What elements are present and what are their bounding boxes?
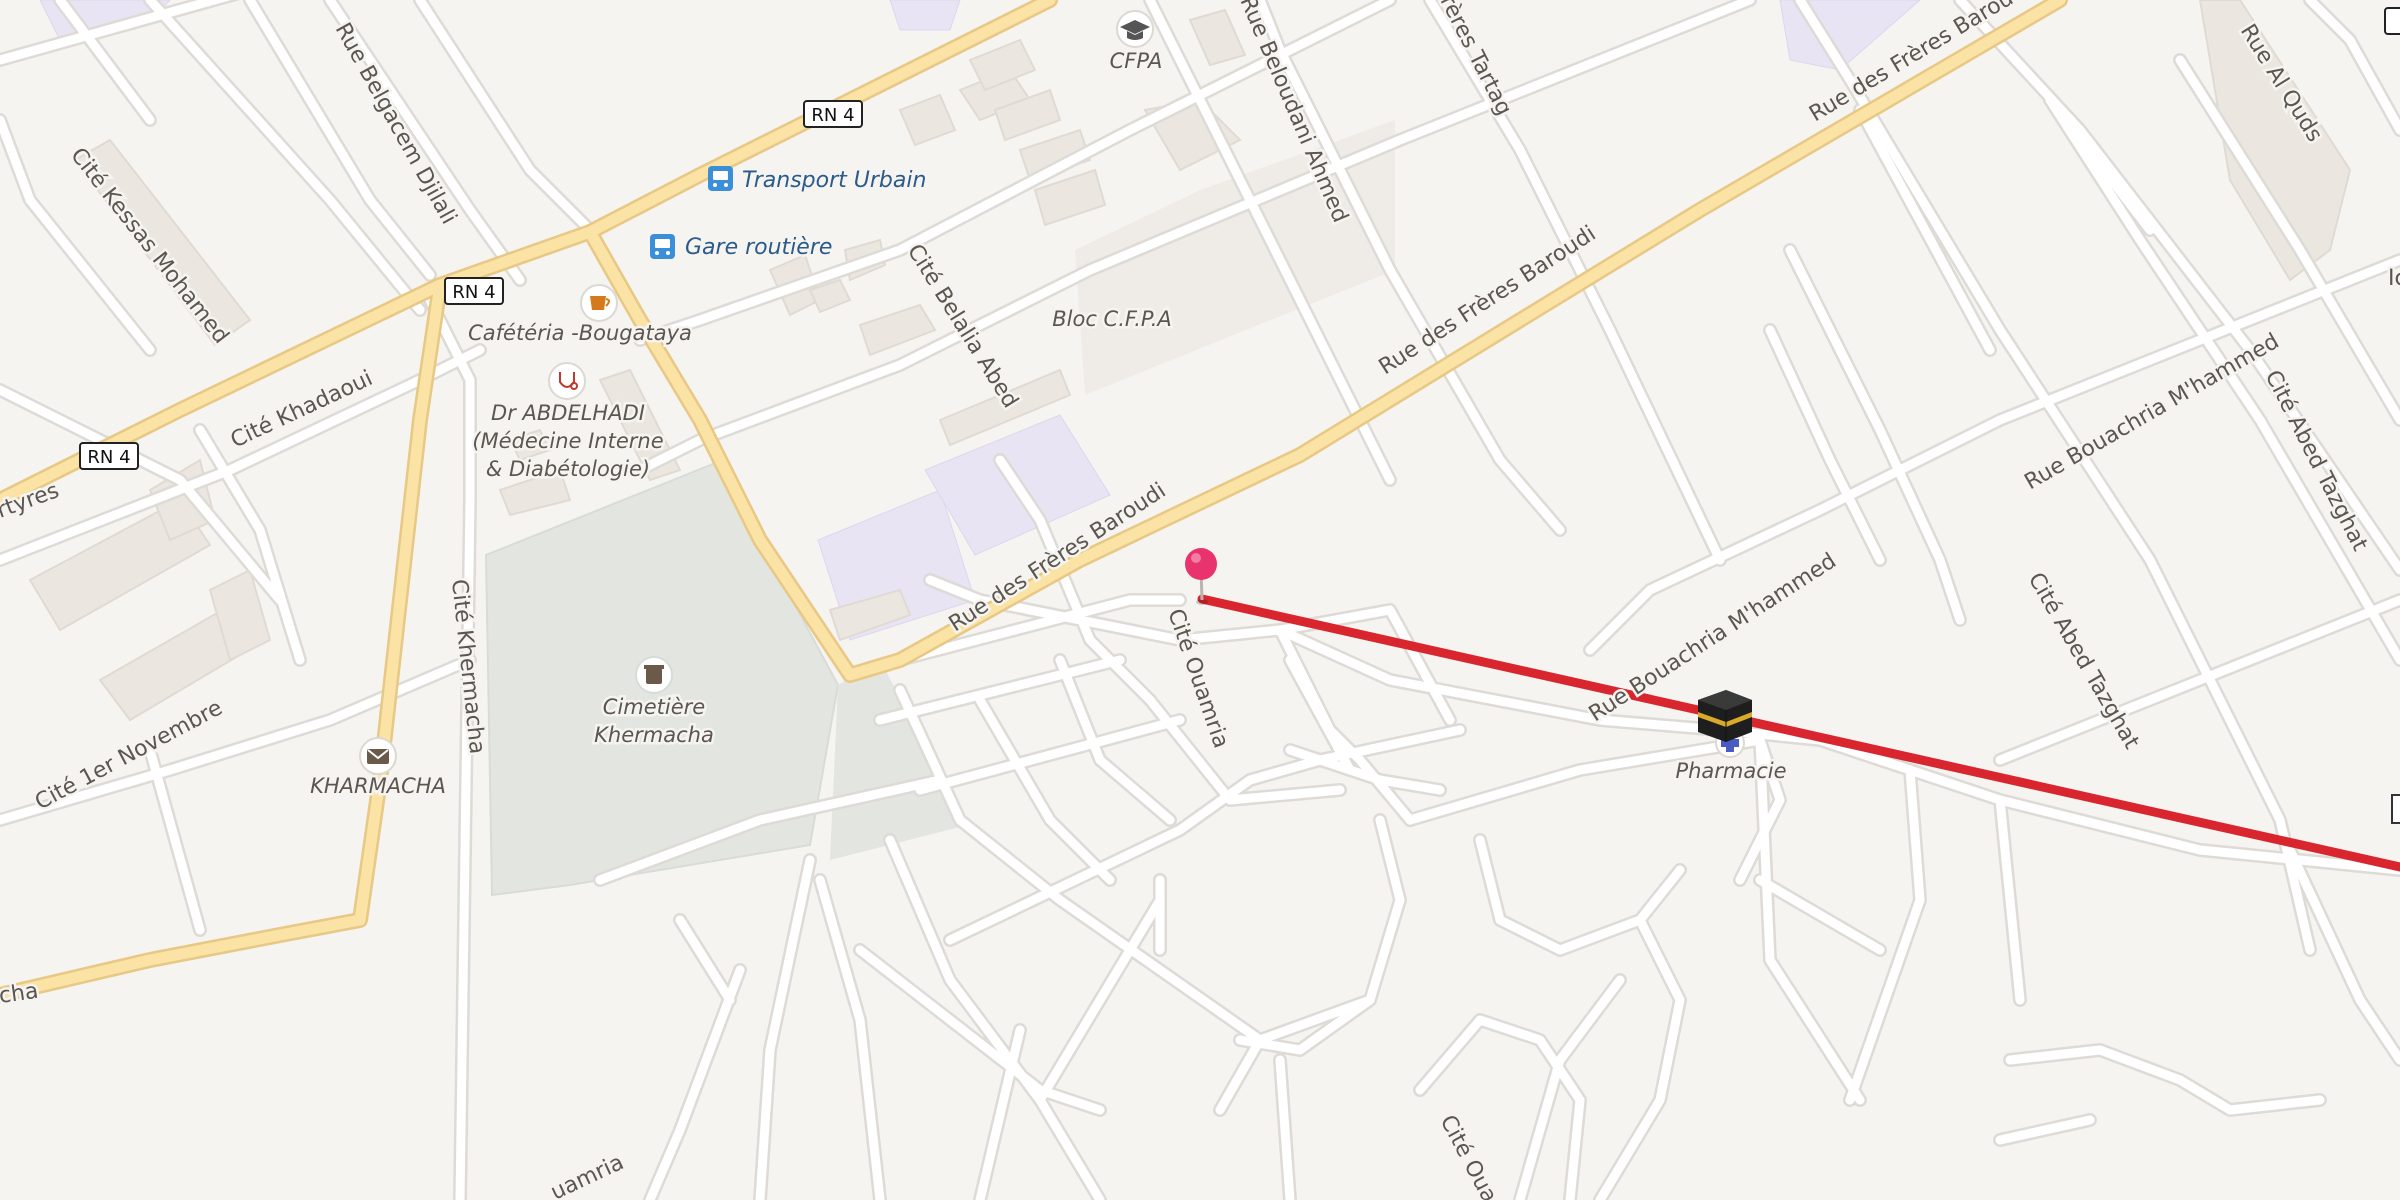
poi-label: Khermacha <box>594 723 714 747</box>
map-canvas[interactable]: Rue Belgacem Djilali Cité Kessas Mohamed… <box>0 0 2400 1200</box>
school-area-3 <box>889 0 961 31</box>
svg-text:RN 4: RN 4 <box>811 105 854 126</box>
mail-envelope-icon <box>359 737 397 775</box>
poi-label: Pharmacie <box>1675 759 1786 783</box>
map-edge-feature <box>2391 794 2400 824</box>
poi-label: Cafétéria -Bougataya <box>468 321 692 345</box>
poi-label: CFPA <box>1110 49 1163 73</box>
route-shield: RN 4 <box>444 277 504 305</box>
svg-text:RN 4: RN 4 <box>452 282 495 303</box>
svg-text:RN 4: RN 4 <box>87 447 130 468</box>
bus-icon <box>708 166 733 191</box>
poi-label: (Médecine Interne <box>472 429 663 453</box>
bus-icon <box>650 234 675 259</box>
poi-label: Gare routière <box>685 235 832 260</box>
route-shield: RN 4 <box>79 442 139 470</box>
coffee-cup-icon <box>580 284 618 322</box>
kaaba-icon[interactable] <box>1698 690 1752 742</box>
street-label: Ic <box>2388 266 2400 291</box>
route-shield: RN 4 <box>803 100 863 128</box>
route-shield <box>2384 7 2400 35</box>
poi-label: Cimetière <box>603 695 705 719</box>
stethoscope-icon <box>548 362 586 400</box>
poi-label: & Diabétologie) <box>486 457 650 481</box>
poi-bloc-cfpa[interactable]: Bloc C.F.P.A <box>1050 305 1175 334</box>
graduation-cap-icon <box>1116 10 1154 48</box>
poi-label: Transport Urbain <box>742 168 926 193</box>
poi-label: Dr ABDELHADI <box>491 401 645 425</box>
poi-label: KHARMACHA <box>310 774 446 798</box>
cemetery-icon <box>635 656 673 694</box>
